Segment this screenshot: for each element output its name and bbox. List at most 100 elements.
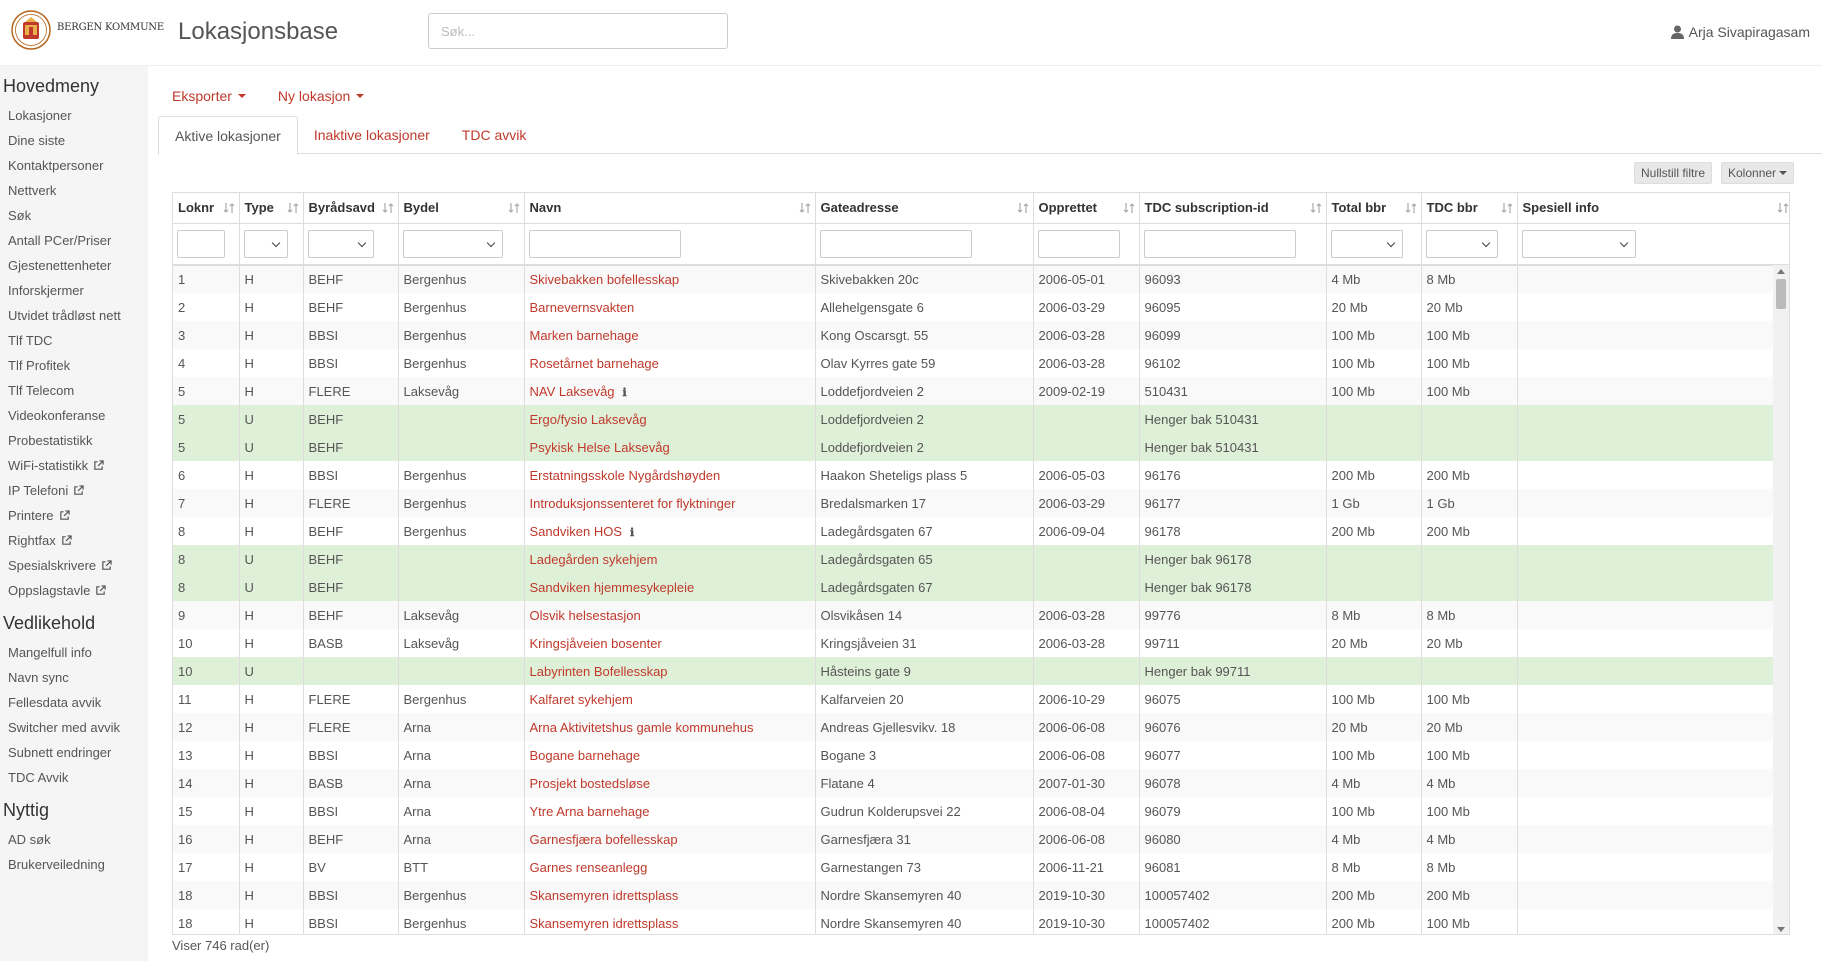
sidebar-item-utvidet-tradl-st-nett[interactable]: Utvidet trådløst nett xyxy=(0,303,148,328)
location-link[interactable]: Kringsjåveien bosenter xyxy=(530,636,662,651)
sort-icon[interactable] xyxy=(287,202,299,214)
table-row[interactable]: 5 H FLERE Laksevåg NAV Laksevåg ℹ Loddefjordve… xyxy=(173,377,1789,405)
cell-navn[interactable]: Bogane barnehage xyxy=(524,741,816,769)
sidebar-item-tlf-telecom[interactable]: Tlf Telecom xyxy=(0,378,148,403)
table-row[interactable]: 14 H BASB Arna Prosjekt bostedsløse Flatane 4… xyxy=(173,769,1789,797)
table-scrollbar[interactable] xyxy=(1773,265,1789,934)
tab-inaktive-lokasjoner[interactable]: Inaktive lokasjoner xyxy=(298,116,446,154)
location-link[interactable]: Rosetårnet barnehage xyxy=(530,356,659,371)
filter-input-tdc-subscription-id[interactable] xyxy=(1143,229,1296,258)
filter-input-loknr[interactable] xyxy=(177,229,225,258)
sort-icon[interactable] xyxy=(1017,202,1029,214)
location-link[interactable]: Sandviken HOS xyxy=(530,524,623,539)
table-row[interactable]: 2 H BEHF Bergenhus Barneverns­vakten Allehelg… xyxy=(173,293,1789,321)
location-link[interactable]: Sandviken hjemmesykepleie xyxy=(530,580,695,595)
table-row[interactable]: 6 H BBSI Bergenhus Erstatningsskole Nygårdsh… xyxy=(173,461,1789,489)
column-header-navn[interactable]: Navn xyxy=(524,193,816,224)
filter-input-gateadresse[interactable] xyxy=(819,229,972,258)
sidebar-item-kontaktpersoner[interactable]: Kontaktpersoner xyxy=(0,153,148,178)
sidebar-item-spesialskrivere[interactable]: Spesialskrivere xyxy=(0,553,148,578)
user-menu[interactable]: Arja Sivapiragasam xyxy=(1670,24,1810,40)
location-link[interactable]: Arna Aktivitetshus gamle kommunehus xyxy=(530,720,754,735)
location-link[interactable]: NAV Laksevåg xyxy=(530,384,615,399)
sort-icon[interactable] xyxy=(1501,202,1513,214)
tab-aktive-lokasjoner[interactable]: Aktive lokasjoner xyxy=(158,116,298,155)
cell-navn[interactable]: Arna Aktivitetshus gamle kommunehus xyxy=(524,713,816,741)
sidebar-item-printere[interactable]: Printere xyxy=(0,503,148,528)
sidebar-item-s-k[interactable]: Søk xyxy=(0,203,148,228)
table-row[interactable]: 1 H BEHF Bergenhus Skivebakken bofellesskap S… xyxy=(173,265,1789,293)
table-row[interactable]: 16 H BEHF Arna Garnesfjæra bofellesskap Garne… xyxy=(173,825,1789,853)
reset-filters-button[interactable]: Nullstill filtre xyxy=(1634,162,1713,184)
cell-navn[interactable]: Ladegården sykehjem xyxy=(524,545,816,573)
sidebar-item-probestatistikk[interactable]: Probestatistikk xyxy=(0,428,148,453)
sidebar-item-gjestenettenheter[interactable]: Gjestenettenheter xyxy=(0,253,148,278)
search-input[interactable] xyxy=(428,13,728,49)
cell-navn[interactable]: Garnesfjæra bofellesskap xyxy=(524,825,816,853)
sidebar-item-dine-siste[interactable]: Dine siste xyxy=(0,128,148,153)
table-row[interactable]: 17 H BV BTT Garnes renseanlegg Garnestangen 7… xyxy=(173,853,1789,881)
location-link[interactable]: Kalfaret sykehjem xyxy=(530,692,633,707)
cell-navn[interactable]: Skivebakken bofellesskap xyxy=(524,265,816,293)
sidebar-item-antall-pcer-priser[interactable]: Antall PCer/Priser xyxy=(0,228,148,253)
sidebar-item-brukerveiledning[interactable]: Brukerveiledning xyxy=(0,852,148,877)
cell-navn[interactable]: Garnes renseanlegg xyxy=(524,853,816,881)
scroll-up-icon[interactable] xyxy=(1777,269,1785,274)
cell-navn[interactable]: NAV Laksevåg ℹ xyxy=(524,377,816,405)
table-row[interactable]: 7 H FLERE Bergenhus Introduksjonssenteret fo… xyxy=(173,489,1789,517)
table-row[interactable]: 18 H BBSI Bergenhus Skansemyren idrettsplass… xyxy=(173,881,1789,909)
filter-input-opprettet[interactable] xyxy=(1037,229,1120,258)
scroll-thumb[interactable] xyxy=(1776,279,1786,309)
table-row[interactable]: 10 U Labyrinten Bofellesskap Håsteins gate … xyxy=(173,657,1789,685)
sort-icon[interactable] xyxy=(1310,202,1322,214)
location-link[interactable]: Skansemyren idrettsplass xyxy=(530,916,679,931)
location-link[interactable]: Introduksjonssenteret for flyktninger xyxy=(530,496,736,511)
sidebar-item-tdc-avvik[interactable]: TDC Avvik xyxy=(0,765,148,790)
column-header-total-bbr[interactable]: Total bbr xyxy=(1326,193,1422,224)
table-row[interactable]: 4 H BBSI Bergenhus Rosetårnet barnehage Olav … xyxy=(173,349,1789,377)
table-row[interactable]: 11 H FLERE Bergenhus Kalfaret sykehjem Kalfar… xyxy=(173,685,1789,713)
sidebar-item-nettverk[interactable]: Nettverk xyxy=(0,178,148,203)
location-link[interactable]: Marken barnehage xyxy=(530,328,639,343)
location-link[interactable]: Ladegården sykehjem xyxy=(530,552,658,567)
table-row[interactable]: 5 U BEHF Ergo/fysio Laksevåg Loddefjordveien… xyxy=(173,405,1789,433)
new-location-menu-button[interactable]: Ny lokasjon xyxy=(278,88,365,104)
scroll-down-icon[interactable] xyxy=(1777,927,1785,932)
location-link[interactable]: Psykisk Helse Laksevåg xyxy=(530,440,670,455)
table-row[interactable]: 10 H BASB Laksevåg Kringsjåveien bosenter Kri… xyxy=(173,629,1789,657)
sidebar-item-tlf-tdc[interactable]: Tlf TDC xyxy=(0,328,148,353)
filter-select-type[interactable] xyxy=(243,229,288,258)
sidebar-item-videokonferanse[interactable]: Videokonferanse xyxy=(0,403,148,428)
column-header-type[interactable]: Type xyxy=(239,193,304,224)
table-row[interactable]: 5 U BEHF Psykisk Helse Laksevåg Loddefjordve… xyxy=(173,433,1789,461)
tab-tdc-avvik[interactable]: TDC avvik xyxy=(446,116,543,154)
sidebar-item-oppslagstavle[interactable]: Oppslagstavle xyxy=(0,578,148,603)
page-title[interactable]: Lokasjonsbase xyxy=(178,18,338,46)
filter-select-byradsavd[interactable] xyxy=(307,229,374,258)
sidebar-item-ip-telefoni[interactable]: IP Telefoni xyxy=(0,478,148,503)
location-link[interactable]: Skivebakken bofellesskap xyxy=(530,272,680,287)
table-row[interactable]: 15 H BBSI Arna Ytre Arna barnehage Gudrun Kol… xyxy=(173,797,1789,825)
cell-navn[interactable]: Labyrinten Bofellesskap xyxy=(524,657,816,685)
column-header-byradsavd[interactable]: Byrådsavd xyxy=(303,193,399,224)
table-row[interactable]: 12 H FLERE Arna Arna Aktivitetshus gamle kom… xyxy=(173,713,1789,741)
cell-navn[interactable]: Erstatningsskole Nygårdshøyden xyxy=(524,461,816,489)
cell-navn[interactable]: Ytre Arna barnehage xyxy=(524,797,816,825)
bergen-kommune-logo[interactable] xyxy=(11,10,51,50)
sidebar-item-rightfax[interactable]: Rightfax xyxy=(0,528,148,553)
sidebar-item-ad-s-k[interactable]: AD søk xyxy=(0,827,148,852)
table-row[interactable]: 13 H BBSI Arna Bogane barnehage Bogane 3 2006-… xyxy=(173,741,1789,769)
column-header-opprettet[interactable]: Opprettet xyxy=(1033,193,1140,224)
column-header-gateadresse[interactable]: Gateadresse xyxy=(815,193,1034,224)
export-menu-button[interactable]: Eksporter xyxy=(172,88,246,104)
cell-navn[interactable]: Kringsjåveien bosenter xyxy=(524,629,816,657)
sort-icon[interactable] xyxy=(1123,202,1135,214)
cell-navn[interactable]: Kalfaret sykehjem xyxy=(524,685,816,713)
cell-navn[interactable]: Skansemyren idrettsplass xyxy=(524,881,816,909)
sidebar-item-subnett-endringer[interactable]: Subnett endringer xyxy=(0,740,148,765)
sidebar-item-lokasjoner[interactable]: Lokasjoner xyxy=(0,103,148,128)
location-link[interactable]: Bogane barnehage xyxy=(530,748,641,763)
location-link[interactable]: Labyrinten Bofellesskap xyxy=(530,664,668,679)
info-icon[interactable]: ℹ xyxy=(630,526,634,539)
sidebar-item-mangelfull-info[interactable]: Mangelfull info xyxy=(0,640,148,665)
